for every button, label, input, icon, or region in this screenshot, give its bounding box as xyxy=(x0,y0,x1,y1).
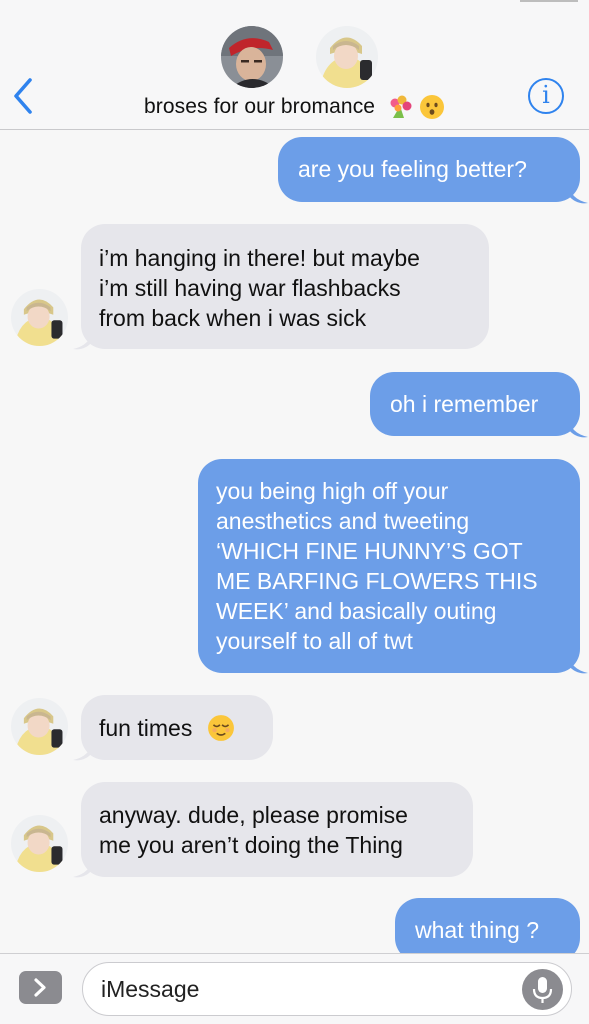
message-bubble-incoming[interactable]: anyway. dude, please promise me you aren… xyxy=(81,782,473,877)
message-line: fun times xyxy=(99,715,193,741)
group-title[interactable]: broses for our bromance xyxy=(0,94,589,120)
microphone-icon xyxy=(532,977,553,1003)
message-thread[interactable]: are you feeling better? i’m hanging in t… xyxy=(0,131,589,962)
message-line: oh i remember xyxy=(390,391,539,417)
message-line: ME BARFING FLOWERS THIS xyxy=(216,568,538,594)
message-line: ‘WHICH FINE HUNNY’S GOT xyxy=(216,538,523,564)
message-bubble-outgoing[interactable]: are you feeling better? xyxy=(278,137,580,202)
message-input[interactable]: iMessage xyxy=(82,962,572,1016)
bouquet-emoji-icon xyxy=(390,95,412,118)
group-title-text: broses for our bromance xyxy=(144,94,376,118)
relieved-face-emoji-icon xyxy=(207,714,234,741)
dictation-button[interactable] xyxy=(522,969,563,1010)
message-bubble-outgoing[interactable]: you being high off your anesthetics and … xyxy=(198,459,580,673)
message-line: yourself to all of twt xyxy=(216,628,413,654)
compose-bar: iMessage xyxy=(0,953,589,1024)
avatar-yellow-hoodie[interactable] xyxy=(316,26,378,88)
message-line: from back when i was sick xyxy=(99,305,367,331)
message-line: anesthetics and tweeting xyxy=(216,508,470,534)
message-bubble-incoming[interactable]: i’m hanging in there! but maybe i’m stil… xyxy=(81,224,489,349)
message-bubble-incoming[interactable]: fun times xyxy=(81,695,273,760)
message-line: are you feeling better? xyxy=(298,156,527,182)
message-line: i’m still having war flashbacks xyxy=(99,275,401,301)
message-line: anyway. dude, please promise xyxy=(99,802,408,828)
conversation-header: broses for our bromance i xyxy=(0,0,589,130)
bubble-tail-outgoing xyxy=(568,183,588,204)
message-line: me you aren’t doing the Thing xyxy=(99,832,403,858)
message-input-placeholder: iMessage xyxy=(101,976,200,1002)
message-line: WEEK’ and basically outing xyxy=(216,598,497,624)
info-icon: i xyxy=(542,81,550,109)
expand-apps-button[interactable] xyxy=(19,971,62,1004)
chevron-right-icon xyxy=(34,978,46,997)
sender-avatar[interactable] xyxy=(11,698,68,755)
bubble-tail-incoming xyxy=(73,740,93,761)
message-line: i’m hanging in there! but maybe xyxy=(99,245,420,271)
bubble-tail-incoming xyxy=(73,329,93,350)
message-line: you being high off your xyxy=(216,478,449,504)
bubble-tail-outgoing xyxy=(568,653,588,674)
hushed-face-emoji-icon xyxy=(419,95,444,119)
avatar-red-cap[interactable] xyxy=(221,26,283,88)
bubble-tail-incoming xyxy=(73,857,93,878)
message-bubble-outgoing[interactable]: oh i remember xyxy=(370,372,580,436)
bubble-tail-outgoing xyxy=(568,417,588,438)
message-line: what thing ? xyxy=(415,917,540,943)
info-button[interactable]: i xyxy=(528,78,564,114)
sender-avatar[interactable] xyxy=(11,289,68,346)
sender-avatar[interactable] xyxy=(11,815,68,872)
status-bar-edge xyxy=(520,0,578,2)
